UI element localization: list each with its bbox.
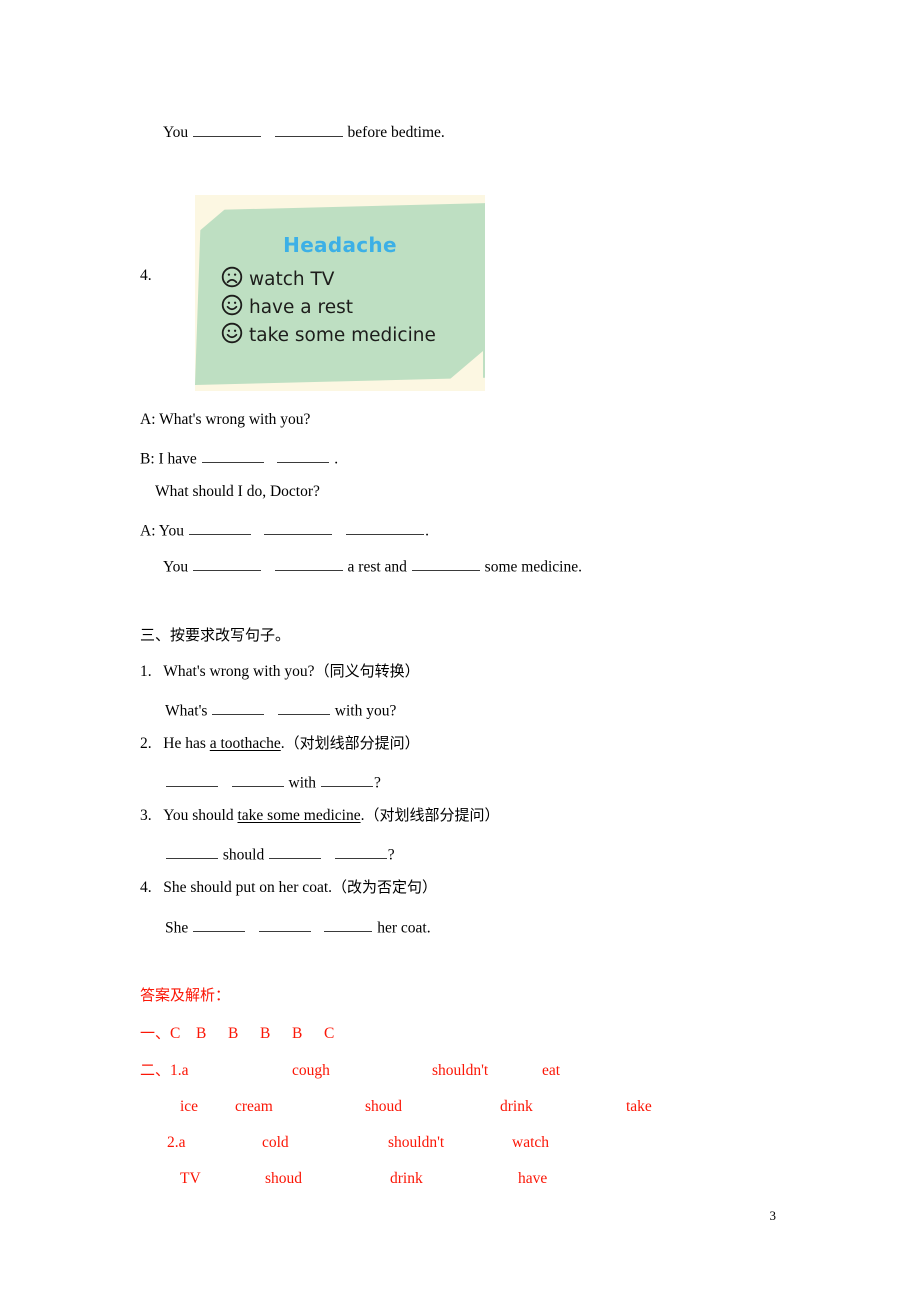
item-note: （对划线部分提问）: [364, 806, 500, 824]
answer-value: TV: [180, 1170, 201, 1187]
blank[interactable]: [193, 917, 246, 933]
item-note: （对划线部分提问）: [284, 734, 420, 752]
blank[interactable]: [274, 556, 343, 572]
answer-value: B: [228, 1025, 239, 1042]
section-3-heading: 三、按要求改写句子。: [140, 626, 291, 644]
picture-item-label: take some medicine: [249, 324, 436, 346]
answer-value: B: [196, 1025, 207, 1042]
section3-item-4-answer: She her coat.: [165, 917, 431, 936]
answer-value: ice: [180, 1098, 199, 1115]
blank[interactable]: [277, 448, 330, 464]
picture-item-label: have a rest: [249, 296, 353, 318]
item-number: 1.: [140, 663, 152, 680]
happy-face-icon: [221, 322, 243, 349]
answer-value: cream: [235, 1098, 273, 1115]
answer-value: watch: [512, 1134, 550, 1151]
answer-key-section-2-row-1: 二、1.a cough shouldn't eat: [140, 1063, 560, 1079]
blank[interactable]: [320, 772, 373, 788]
answer-value: shoud: [365, 1098, 403, 1115]
carryover-line: You before bedtime.: [163, 122, 445, 141]
item-sentence: What's wrong with you?: [163, 663, 315, 680]
answer-value: take: [626, 1098, 652, 1115]
dialogue-line-b2: What should I do, Doctor?: [155, 484, 320, 500]
blank[interactable]: [411, 556, 480, 572]
blank[interactable]: [258, 917, 311, 933]
blank[interactable]: [231, 772, 284, 788]
blank[interactable]: [166, 844, 218, 860]
section3-item-1-answer: What's with you?: [165, 700, 396, 719]
item-sentence: He has: [163, 735, 210, 752]
answer-section-label: 二、: [140, 1061, 171, 1079]
blank[interactable]: [188, 520, 251, 536]
dialogue-line-b1: B: I have .: [140, 448, 338, 467]
blank[interactable]: [166, 772, 218, 788]
item-underlined: a toothache: [209, 735, 281, 752]
item-number: 4.: [140, 879, 152, 896]
picture-title: Headache: [283, 233, 397, 257]
item-note: （同义句转换）: [314, 662, 420, 680]
answer-value: drink: [500, 1098, 533, 1115]
answer-value: shouldn't: [388, 1134, 445, 1151]
blank[interactable]: [269, 844, 322, 860]
blank[interactable]: [193, 122, 262, 138]
headache-picture-card: Headache watch TV have a rest take some …: [195, 195, 485, 391]
question-4-number: 4.: [140, 267, 152, 284]
answer-value: cold: [262, 1134, 289, 1151]
picture-item-list: watch TV have a rest take some medicine: [221, 265, 436, 349]
dialogue-line-a3: You a rest and some medicine.: [163, 556, 582, 575]
sad-face-icon: [221, 266, 243, 293]
answer-value: cough: [292, 1062, 330, 1079]
item-number: 2.: [140, 735, 152, 752]
page-number: 3: [769, 1208, 777, 1223]
answer-value: drink: [390, 1170, 423, 1187]
section3-item-2-prompt: 2. He has a toothache.（对划线部分提问）: [140, 736, 420, 752]
answer-value: 1.a: [170, 1062, 189, 1079]
picture-list-item: take some medicine: [221, 321, 436, 349]
document-page: You before bedtime. 4. Headache watch TV: [0, 0, 920, 1302]
answer-key-section-2-row-2: ice cream shoud drink take: [180, 1099, 652, 1115]
picture-list-item: have a rest: [221, 293, 436, 321]
dialogue-line-a1: A: What's wrong with you?: [140, 412, 310, 428]
answer-value: C: [170, 1025, 181, 1042]
answer-value: shouldn't: [432, 1062, 489, 1079]
answer-value: B: [260, 1025, 271, 1042]
dialogue-text: What should I do, Doctor?: [155, 483, 320, 500]
picture-list-item: watch TV: [221, 265, 436, 293]
blank[interactable]: [334, 844, 387, 860]
blank[interactable]: [274, 122, 343, 138]
answer-value: shoud: [265, 1170, 303, 1187]
item-number: 3.: [140, 807, 152, 824]
happy-face-icon: [221, 294, 243, 321]
carryover-text: You before bedtime.: [163, 124, 445, 141]
answer-key-section-1: 一、C B B B B C: [140, 1026, 334, 1042]
item-sentence: She should put on her coat.: [163, 879, 333, 896]
item-underlined: take some medicine: [237, 807, 361, 824]
blank[interactable]: [277, 700, 330, 716]
answer-key-section-2-row-3: 2.a cold shouldn't watch: [167, 1135, 549, 1151]
answer-key-section-2-row-4: TV shoud drink have: [180, 1171, 547, 1187]
blank[interactable]: [346, 520, 425, 536]
answer-value: C: [324, 1025, 335, 1042]
blank[interactable]: [324, 917, 373, 933]
answer-value: eat: [542, 1062, 561, 1079]
section3-item-4-prompt: 4. She should put on her coat.（改为否定句）: [140, 880, 437, 896]
dialogue-line-a2: A: You .: [140, 520, 429, 539]
section3-item-3-answer: should ?: [165, 844, 395, 863]
item-sentence: You should: [163, 807, 238, 824]
blank[interactable]: [193, 556, 262, 572]
blank[interactable]: [212, 700, 265, 716]
item-note: （改为否定句）: [332, 878, 438, 896]
dialogue-text: A: What's wrong with you?: [140, 411, 311, 428]
answer-key-heading: 答案及解析：: [140, 986, 231, 1004]
blank[interactable]: [201, 448, 264, 464]
answer-value: 2.a: [167, 1134, 186, 1151]
answer-value: have: [518, 1170, 548, 1187]
answer-section-label: 一、: [140, 1024, 171, 1042]
section3-item-1-prompt: 1. What's wrong with you?（同义句转换）: [140, 664, 420, 680]
section3-item-2-answer: with ?: [165, 772, 381, 791]
picture-item-label: watch TV: [249, 268, 335, 290]
section3-item-3-prompt: 3. You should take some medicine.（对划线部分提…: [140, 808, 499, 824]
blank[interactable]: [264, 520, 333, 536]
answer-value: B: [292, 1025, 303, 1042]
